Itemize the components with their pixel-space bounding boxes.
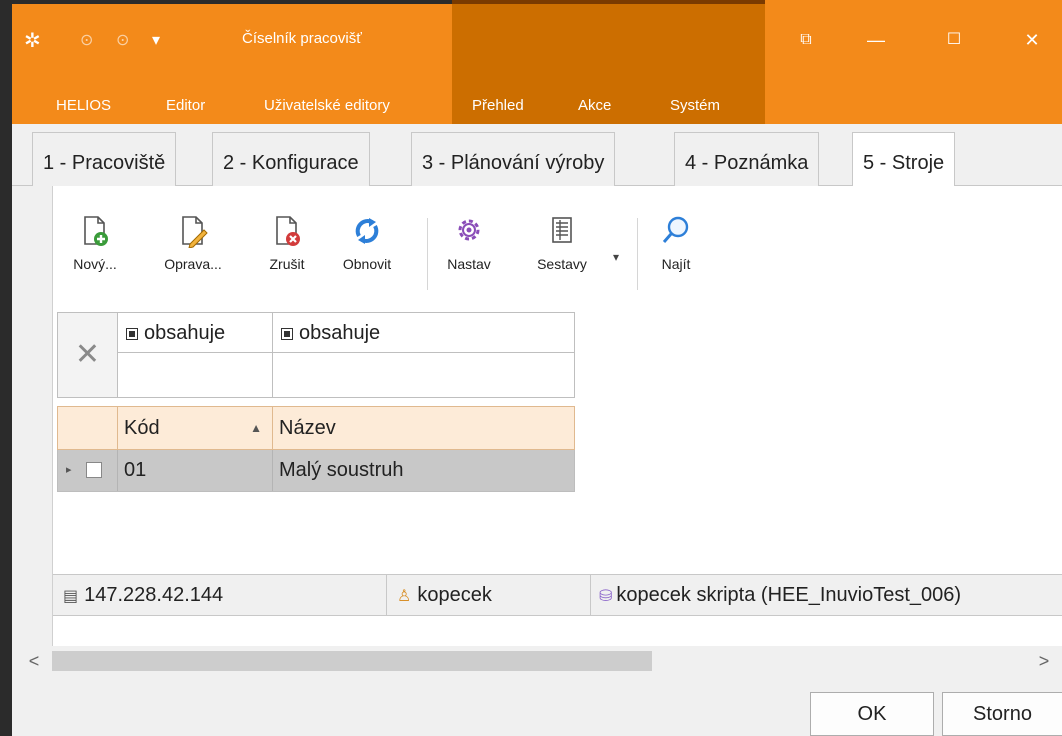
tab-content: Nový... Oprava... Zrušit Obnovit Nastav … [52,186,1062,646]
tab-production-planning[interactable]: 3 - Plánování výroby [411,132,616,186]
operator-icon [126,328,138,340]
server-icon: ▤ [63,588,79,605]
delete-label: Zrušit [269,256,305,272]
minimize-button[interactable]: — [846,22,906,58]
row-selector-header [58,407,118,449]
current-row-icon: ▸ [66,464,72,476]
new-button[interactable]: Nový... [67,214,123,290]
database-icon: ⛁ [599,588,613,605]
report-icon [552,217,572,243]
column-header-name[interactable]: Název [273,407,574,449]
title-bar: ✲ ⊙ ⊙ ▾ Číselník pracovišť ⧉ — ☐ ✕ [12,0,1062,124]
close-button[interactable]: ✕ [1002,22,1062,58]
row-checkbox[interactable] [86,462,102,478]
table-row[interactable]: ▸ 01 Malý soustruh [57,450,575,492]
menu-actions[interactable]: Akce [578,88,611,124]
filter-operator-label: obsahuje [299,322,381,344]
ribbon-display-options-icon[interactable]: ⧉ [776,22,836,58]
edit-button[interactable]: Oprava... [153,214,233,290]
menu-overview[interactable]: Přehled [472,88,524,124]
edit-document-icon [182,216,208,248]
find-label: Najít [661,256,691,272]
redo-icon[interactable]: ⊙ [116,30,129,52]
settings-button[interactable]: Nastav [441,214,497,290]
status-server: ▤ 147.228.42.144 [53,575,387,615]
delete-button[interactable]: Zrušit [259,214,315,290]
edit-label: Oprava... [164,256,222,272]
horizontal-scrollbar[interactable]: < > [12,648,1062,674]
sort-ascending-icon: ▲ [250,421,262,435]
menu-system[interactable]: Systém [670,88,720,124]
grid-header: Kód ▲ Název [57,406,575,450]
filter-code-operator[interactable]: obsahuje [118,313,273,353]
data-grid: Kód ▲ Název ▸ 01 Malý soustruh [57,406,1062,576]
scrollbar-thumb[interactable] [52,651,652,671]
tab-strip: 1 - Pracoviště 2 - Konfigurace 3 - Pláno… [12,124,1062,188]
maximize-button[interactable]: ☐ [924,22,984,58]
filter-name-operator[interactable]: obsahuje [273,313,575,353]
toolbar-separator [637,218,638,290]
refresh-label: Obnovit [342,256,392,272]
column-code-label: Kód [124,417,160,439]
search-icon [662,216,689,243]
cancel-button[interactable]: Storno [942,692,1062,736]
new-label: Nový... [73,256,117,272]
column-header-code[interactable]: Kód ▲ [118,407,273,449]
user-icon: ♙ [397,588,412,605]
database-name: kopecek skripta (HEE_InuvioTest_006) [616,584,962,606]
filter-operator-label: obsahuje [144,322,226,344]
find-button[interactable]: Najít [649,214,703,290]
filter-code-input[interactable] [118,353,273,397]
filter-panel: ✕ obsahuje obsahuje [57,312,575,398]
ok-button[interactable]: OK [810,692,934,736]
refresh-icon [355,218,379,244]
row-selector[interactable]: ▸ [58,450,118,491]
app-logo-icon: ✲ [24,30,41,52]
scroll-right-icon[interactable]: > [1032,648,1056,674]
cell-code[interactable]: 01 [118,450,273,491]
tab-note[interactable]: 4 - Poznámka [674,132,820,186]
ribbon-menu: HELIOS Editor Uživatelské editory Přehle… [12,88,1062,124]
quick-access-dropdown-icon[interactable]: ▾ [152,30,160,52]
app-window: ✲ ⊙ ⊙ ▾ Číselník pracovišť ⧉ — ☐ ✕ HELIO… [0,0,1062,736]
scroll-left-icon[interactable]: < [22,648,46,674]
cell-name[interactable]: Malý soustruh [273,450,574,491]
tab-configuration[interactable]: 2 - Konfigurace [212,132,370,186]
status-bar: ▤ 147.228.42.144 ♙ kopecek ⛁ kopecek skript… [53,574,1062,616]
server-address: 147.228.42.144 [84,584,224,606]
tab-workplace[interactable]: 1 - Pracoviště [32,132,177,186]
settings-label: Nastav [447,256,491,272]
refresh-button[interactable]: Obnovit [333,214,401,290]
reports-label: Sestavy [537,256,587,272]
background-strip [0,0,12,736]
delete-document-icon [276,216,300,246]
menu-helios[interactable]: HELIOS [56,88,111,124]
title-bar-edge [12,0,452,4]
window-title: Číselník pracovišť [242,30,362,47]
clear-filter-icon[interactable]: ✕ [58,313,118,397]
menu-user-editors[interactable]: Uživatelské editory [264,88,390,124]
menu-editor[interactable]: Editor [166,88,205,124]
toolbar-separator [427,218,428,290]
status-user: ♙ kopecek [387,575,591,615]
undo-icon[interactable]: ⊙ [80,30,93,52]
operator-icon [281,328,293,340]
tab-machines[interactable]: 5 - Stroje [852,132,956,188]
status-database: ⛁ kopecek skripta (HEE_InuvioTest_006) [591,575,1062,615]
filter-name-input[interactable] [273,353,575,397]
reports-dropdown-icon[interactable]: ▾ [613,250,619,264]
new-document-icon [84,216,108,246]
user-name: kopecek [417,584,492,606]
toolbar: Nový... Oprava... Zrušit Obnovit Nastav … [53,204,1062,296]
gear-icon [458,219,480,241]
reports-button[interactable]: Sestavy [527,214,597,290]
